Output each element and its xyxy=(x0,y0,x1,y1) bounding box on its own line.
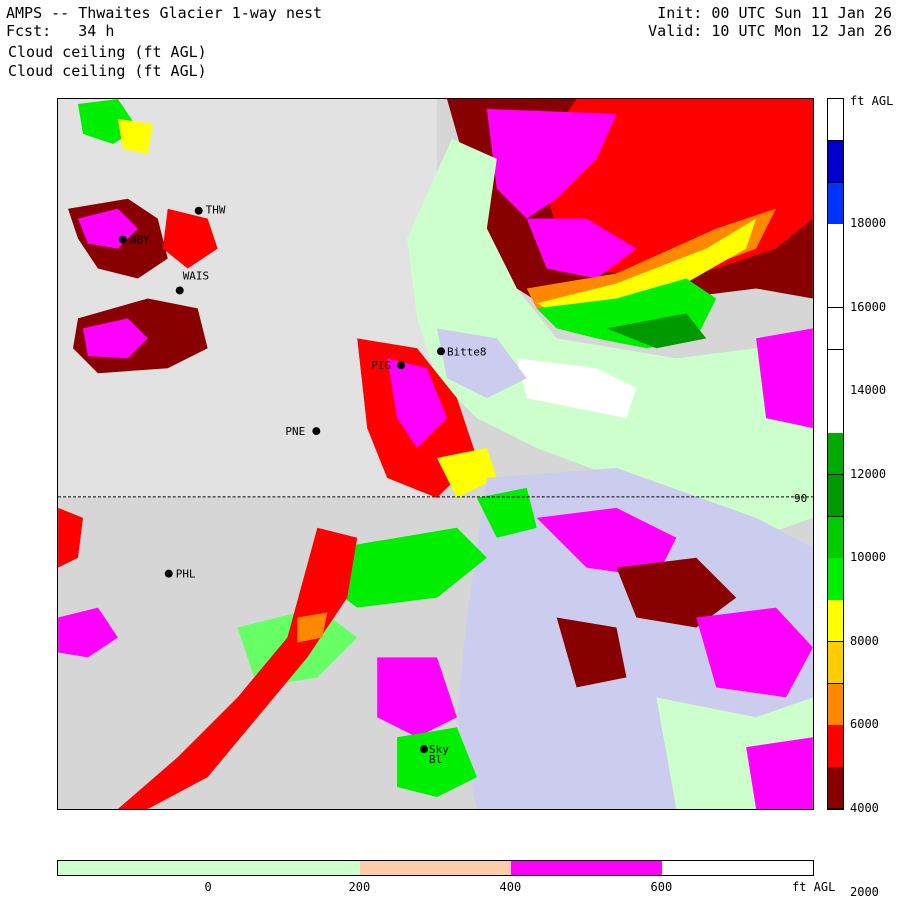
colorbar-label: 16000 xyxy=(850,299,887,314)
colorbar-segment xyxy=(828,725,843,768)
forecast-map: 90 W THW NBY WAIS Bitte8 PIG xyxy=(57,98,814,810)
field-label-2: Cloud ceiling (ft AGL) xyxy=(8,62,207,80)
colorbar-label: 0 xyxy=(204,880,212,894)
colorbar-label: 2000 xyxy=(850,884,879,899)
horizontal-colorbar xyxy=(57,860,814,876)
horizontal-colorbar-unit: ft AGL xyxy=(792,880,836,894)
colorbar-segment xyxy=(828,600,843,643)
colorbar-segment xyxy=(828,558,843,601)
vertical-colorbar-unit: ft AGL xyxy=(850,94,894,108)
forecast-hour: Fcst: 34 h xyxy=(6,22,115,40)
colorbar-label: 200 xyxy=(348,880,371,894)
station-label: Bl xyxy=(429,753,442,766)
colorbar-segment xyxy=(511,861,663,875)
colorbar-segment xyxy=(828,641,843,685)
colorbar-label: 10000 xyxy=(850,550,887,565)
station-label: PNE xyxy=(285,425,305,438)
cloud-region-nw-yellow xyxy=(117,118,153,154)
colorbar-segment xyxy=(828,307,843,351)
colorbar-segment xyxy=(58,861,210,875)
colorbar-label: 400 xyxy=(499,880,522,894)
colorbar-segment xyxy=(828,349,843,392)
meridian-label: 90 W xyxy=(794,492,814,505)
station-label: PIG xyxy=(371,359,391,372)
cloud-region-se-magenta-3 xyxy=(746,737,813,809)
colorbar-segment xyxy=(209,861,361,875)
colorbar-segment xyxy=(662,861,814,875)
colorbar-segment xyxy=(828,433,843,476)
colorbar-segment xyxy=(828,391,843,434)
colorbar-segment xyxy=(360,861,512,875)
colorbar-label: 18000 xyxy=(850,216,887,231)
colorbar-segment xyxy=(828,474,843,518)
colorbar-segment xyxy=(828,767,843,810)
colorbar-label: 14000 xyxy=(850,383,887,398)
colorbar-label: 4000 xyxy=(850,801,879,815)
colorbar-segment xyxy=(828,266,843,309)
station-label: Bitte8 xyxy=(447,345,487,358)
plot-title: AMPS -- Thwaites Glacier 1-way nest xyxy=(6,4,323,22)
station-label: THW xyxy=(206,204,226,217)
valid-time: Valid: 10 UTC Mon 12 Jan 26 xyxy=(648,22,892,40)
colorbar-label: 12000 xyxy=(850,466,887,481)
colorbar-segment xyxy=(828,224,843,267)
station-label: NBY xyxy=(130,234,150,247)
colorbar-label: 600 xyxy=(650,880,673,894)
station-label: PHL xyxy=(176,568,196,581)
station-label: WAIS xyxy=(183,269,209,282)
field-label-1: Cloud ceiling (ft AGL) xyxy=(8,43,207,61)
colorbar-segment xyxy=(828,182,843,225)
colorbar-segment xyxy=(828,99,843,142)
colorbar-segment xyxy=(828,683,843,726)
colorbar-label: 8000 xyxy=(850,633,879,648)
amps-forecast-page: AMPS -- Thwaites Glacier 1-way nest Fcst… xyxy=(0,0,900,900)
vertical-colorbar xyxy=(827,98,844,810)
colorbar-label: 6000 xyxy=(850,717,879,732)
colorbar-segment xyxy=(828,516,843,559)
colorbar-segment xyxy=(828,140,843,183)
init-time: Init: 00 UTC Sun 11 Jan 26 xyxy=(657,4,892,22)
